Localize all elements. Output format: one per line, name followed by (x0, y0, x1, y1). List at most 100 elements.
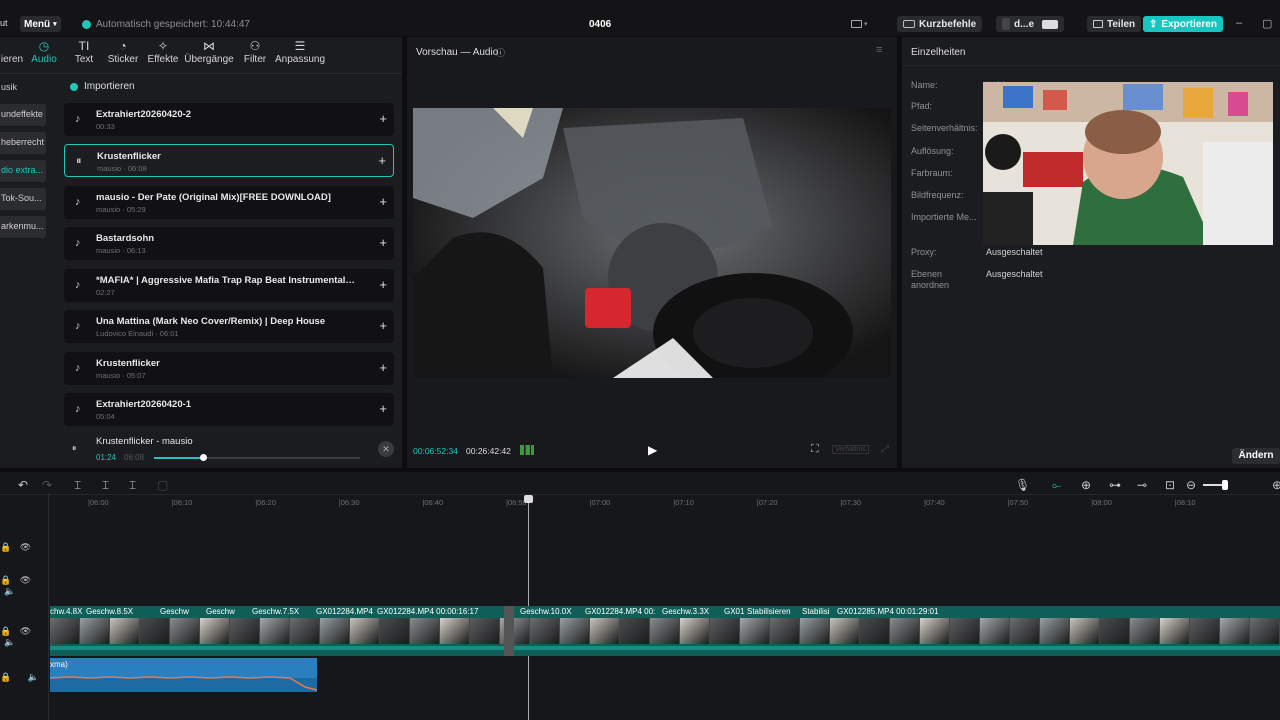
maximize-icon[interactable]: ▢ (1262, 17, 1272, 30)
clip-thumbnail (140, 618, 169, 644)
track-controls: 🔒 👁 (0, 542, 48, 553)
eye-icon[interactable]: 👁 (20, 542, 31, 552)
nav-music[interactable]: usik (0, 77, 46, 99)
nav-tiktok-sounds[interactable]: Tok-Sou... (0, 188, 46, 210)
clip-label: GX012285.MP4 00:01:29:01 (837, 607, 939, 616)
add-icon[interactable]: + (379, 318, 387, 333)
clip-thumbnail (200, 618, 229, 644)
add-icon[interactable]: + (379, 235, 387, 250)
list-item[interactable]: ♪ Krustenflicker mausio · 05:07 + (64, 352, 394, 385)
info-icon[interactable]: ⓘ (496, 46, 505, 59)
play-icon[interactable]: ▶ (648, 443, 657, 457)
add-icon[interactable]: + (379, 194, 387, 209)
toolbar-effects[interactable]: ✧ Effekte (146, 39, 180, 65)
change-button[interactable]: Ändern (1232, 448, 1280, 464)
layout-button[interactable]: ▾ (851, 18, 873, 30)
undo-icon[interactable]: ↶ (18, 478, 28, 492)
playhead-handle[interactable] (524, 495, 533, 503)
delete-icon[interactable]: ▢ (157, 478, 168, 492)
trim-left-icon[interactable]: ⌶ (102, 478, 109, 493)
pro-badge-icon (1042, 19, 1059, 29)
add-icon[interactable]: + (379, 360, 387, 375)
clip-thumbnail (110, 618, 139, 644)
expand-icon[interactable]: ⤢ (881, 444, 889, 455)
toolbar-import[interactable]: ieren (0, 39, 24, 65)
video-track[interactable]: chw.4.8X Geschw.8.5X Geschw Geschw Gesch… (50, 606, 1280, 656)
ratio-button[interactable]: Verhältnis (832, 445, 869, 454)
audio-icon: ◷ (38, 39, 50, 53)
toolbar-filter[interactable]: ⚇ Filter (240, 39, 270, 65)
detail-label-name: Name: (911, 80, 938, 90)
eye-icon[interactable]: 👁 (20, 626, 31, 636)
nav-sound-effects[interactable]: undeffekte (0, 104, 46, 126)
import-label: Importieren (84, 81, 135, 92)
zoom-in-icon[interactable]: ⊕ (1272, 478, 1280, 492)
fullscreen-focus-icon[interactable]: ⛶ (811, 443, 819, 456)
zoom-handle[interactable] (1222, 480, 1228, 490)
add-icon[interactable]: + (378, 153, 386, 168)
list-item[interactable]: ♪ Extrahiert20260420-2 00:33 + (64, 103, 394, 136)
add-icon[interactable]: + (379, 401, 387, 416)
list-item[interactable]: ♪ Una Mattina (Mark Neo Cover/Remix) | De… (64, 310, 394, 343)
lock-icon[interactable]: 🔒 (0, 542, 11, 552)
eye-icon[interactable]: 👁 (20, 575, 31, 585)
menu-button[interactable]: Menü ▾ (20, 16, 61, 32)
speaker-icon[interactable]: 🔈 (28, 672, 39, 682)
magnet-icon[interactable]: ⟜ (1052, 478, 1062, 493)
preview-axis-icon[interactable]: ⊡ (1165, 478, 1175, 492)
progress-track[interactable] (154, 454, 360, 461)
upload-icon: ⇪ (1149, 18, 1158, 30)
toolbar-text[interactable]: TI Text (72, 39, 96, 65)
trim-right-icon[interactable]: ⌶ (129, 478, 136, 493)
list-item[interactable]: ♪ Extrahiert20260420-1 05:04 + (64, 393, 394, 426)
toolbar-audio[interactable]: ◷ Audio (30, 39, 58, 65)
lock-icon[interactable]: 🔒 (0, 575, 11, 585)
user-button[interactable]: d...e (996, 16, 1065, 32)
video-preview[interactable] (413, 108, 891, 378)
speaker-icon[interactable]: 🔈 (4, 637, 15, 647)
export-button[interactable]: ⇪ Exportieren (1143, 16, 1223, 32)
avatar (1002, 18, 1010, 30)
minimize-icon[interactable]: – (1236, 17, 1242, 29)
nav-audio-extracted[interactable]: dio extra... (0, 160, 46, 182)
close-icon[interactable]: ✕ (378, 441, 394, 457)
add-icon[interactable]: + (379, 277, 387, 292)
now-playing-title: Krustenflicker - mausio (96, 436, 193, 447)
toolbar-sticker[interactable]: ◔ Sticker (106, 39, 140, 65)
lock-icon[interactable]: 🔒 (0, 672, 11, 682)
clip-thumbnail (740, 618, 769, 644)
list-item[interactable]: ♪ *MAFIA* | Aggressive Mafia Trap Rap Bea… (64, 269, 394, 302)
music-note-icon: ♪ (75, 320, 81, 332)
speaker-icon[interactable]: 🔈 (4, 586, 15, 596)
align-icon[interactable]: ⊸ (1137, 478, 1147, 492)
import-header[interactable]: Importieren (70, 81, 135, 92)
transition-marker[interactable] (504, 606, 514, 656)
pause-icon[interactable]: ⏸ (72, 443, 77, 454)
audio-track-clip[interactable]: xma) (50, 658, 317, 692)
redo-icon[interactable]: ↷ (42, 478, 52, 492)
nav-brand-music[interactable]: arkenmu... (0, 216, 46, 238)
chevron-down-icon: ▾ (864, 21, 868, 28)
share-button[interactable]: Teilen (1087, 16, 1142, 32)
menu-label: Menü (24, 18, 51, 30)
clip-thumbnail (1070, 618, 1099, 644)
microphone-icon[interactable]: 🎙 (1015, 478, 1030, 492)
toolbar-adjust[interactable]: ☰ Anpassung (274, 39, 326, 65)
list-item[interactable]: ♪ mausio - Der Pate (Original Mix)[FREE D… (64, 186, 394, 219)
lock-icon[interactable]: 🔒 (0, 626, 11, 636)
toolbar-transitions[interactable]: ⋈ Übergänge (184, 39, 234, 65)
clip-label: Geschw (206, 607, 235, 616)
add-icon[interactable]: + (379, 111, 387, 126)
list-item[interactable]: ♪ Bastardsohn mausio · 06:13 + (64, 227, 394, 260)
link-icon[interactable]: ⊕ (1081, 478, 1091, 492)
detail-label-imported: Importierte Me... (911, 212, 977, 222)
hamburger-icon[interactable]: ≡ (876, 44, 882, 56)
chain-icon[interactable]: ⊶ (1109, 478, 1121, 492)
zoom-out-icon[interactable]: ⊖ (1186, 478, 1196, 492)
split-icon[interactable]: ⌶ (74, 478, 81, 493)
shortcuts-button[interactable]: Kurzbefehle (897, 16, 983, 32)
progress-handle[interactable] (200, 454, 208, 461)
nav-copyright[interactable]: heberrecht (0, 132, 46, 154)
sticker-icon: ◔ (119, 39, 127, 53)
list-item-selected[interactable]: ⏸ Krustenflicker mausio · 06:08 + (64, 144, 394, 177)
